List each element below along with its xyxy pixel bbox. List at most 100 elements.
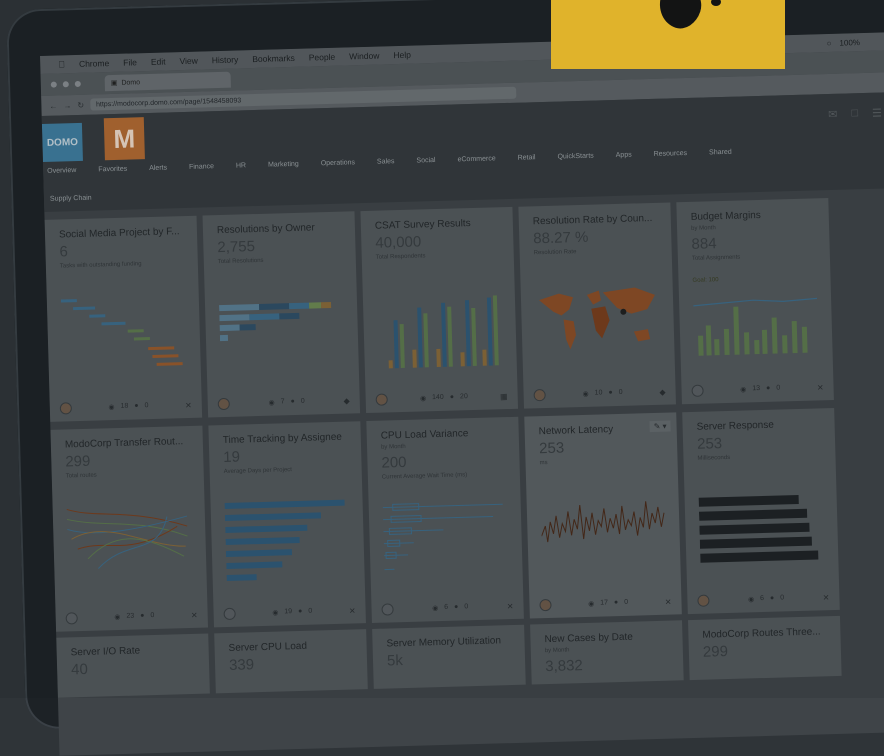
card-value: 200 bbox=[381, 454, 406, 472]
modocorp-logo[interactable]: M bbox=[104, 117, 145, 160]
chat-icon[interactable]: ✉ bbox=[828, 108, 838, 121]
nav-overview[interactable]: Overview bbox=[47, 167, 76, 175]
share-icon[interactable]: ✕ bbox=[823, 593, 830, 602]
nav-alerts[interactable]: Alerts bbox=[149, 164, 167, 171]
browser-tab[interactable]: ▣ Domo bbox=[105, 72, 231, 92]
views-icon: ◉ bbox=[272, 609, 278, 617]
card-social-media-project[interactable]: Social Media Project by F... 6 Tasks wit… bbox=[45, 216, 203, 422]
tag-icon[interactable]: ◆ bbox=[659, 387, 665, 396]
share-icon[interactable]: ✕ bbox=[665, 597, 672, 606]
avatar[interactable] bbox=[381, 603, 393, 615]
card-new-cases[interactable]: New Cases by Date by Month 3,832 bbox=[530, 620, 684, 684]
avatar[interactable] bbox=[534, 389, 546, 401]
menu-chrome[interactable]: Chrome bbox=[79, 58, 110, 69]
avatar[interactable] bbox=[223, 608, 235, 620]
comment-count: 0 bbox=[624, 599, 628, 607]
card-transfer-routes[interactable]: ModoCorp Transfer Rout... 299 Total rout… bbox=[50, 426, 208, 632]
card-grid-row2: ModoCorp Transfer Rout... 299 Total rout… bbox=[50, 397, 884, 632]
card-title[interactable]: ModoCorp Transfer Rout... bbox=[65, 436, 195, 451]
menu-people[interactable]: People bbox=[309, 52, 336, 63]
avatar[interactable] bbox=[691, 385, 703, 397]
card-title[interactable]: Resolution Rate by Coun... bbox=[533, 213, 663, 228]
menu-view[interactable]: View bbox=[179, 56, 198, 67]
menu-help[interactable]: Help bbox=[393, 50, 411, 60]
card-title[interactable]: Server CPU Load bbox=[228, 639, 358, 654]
card-time-tracking[interactable]: Time Tracking by Assignee 19 Average Day… bbox=[208, 421, 366, 627]
card-title[interactable]: ModoCorp Routes Three... bbox=[702, 626, 832, 641]
card-title[interactable]: Server Memory Utilization bbox=[386, 635, 516, 650]
zoom-window-dot[interactable] bbox=[75, 81, 81, 87]
share-icon[interactable]: ✕ bbox=[185, 400, 192, 409]
card-resolution-rate-by-country[interactable]: Resolution Rate by Coun... 88.27 % Resol… bbox=[518, 202, 676, 408]
nav-finance[interactable]: Finance bbox=[189, 163, 214, 171]
notifications-icon[interactable]: □ bbox=[851, 107, 858, 120]
avatar[interactable] bbox=[539, 599, 551, 611]
avatar[interactable] bbox=[376, 393, 388, 405]
nav-marketing[interactable]: Marketing bbox=[268, 161, 299, 169]
views-icon: ◉ bbox=[432, 604, 438, 612]
nav-quickstarts[interactable]: QuickStarts bbox=[557, 153, 593, 161]
nav-retail[interactable]: Retail bbox=[518, 154, 536, 161]
card-title[interactable]: Server I/O Rate bbox=[71, 644, 201, 659]
card-server-io-rate[interactable]: Server I/O Rate 40 bbox=[56, 634, 210, 698]
card-stats: ◉17 ●0 bbox=[588, 599, 628, 608]
menu-window[interactable]: Window bbox=[349, 51, 380, 62]
comment-count: 0 bbox=[308, 608, 312, 616]
apple-icon[interactable]:  bbox=[58, 59, 65, 69]
card-title[interactable]: Server Response bbox=[696, 418, 826, 433]
card-cpu-load-variance[interactable]: CPU Load Variance by Month 200 Current A… bbox=[366, 417, 524, 623]
nav-favorites[interactable]: Favorites bbox=[98, 166, 127, 174]
card-title[interactable]: Budget Margins bbox=[691, 208, 821, 223]
nav-social[interactable]: Social bbox=[416, 157, 435, 165]
avatar[interactable] bbox=[218, 398, 230, 410]
minimize-window-dot[interactable] bbox=[63, 81, 69, 87]
card-csat-survey[interactable]: CSAT Survey Results 40,000 Total Respond… bbox=[360, 207, 518, 413]
card-routes-three[interactable]: ModoCorp Routes Three... 299 bbox=[688, 616, 842, 680]
card-network-latency[interactable]: Network Latency ✎ ▾ 253 ms ◉17 ●0 ✕ bbox=[524, 412, 682, 618]
tag-icon[interactable]: ◆ bbox=[343, 396, 349, 405]
nav-shared[interactable]: Shared bbox=[709, 149, 732, 157]
share-icon[interactable]: ✕ bbox=[507, 601, 514, 610]
share-icon[interactable]: ✕ bbox=[349, 606, 356, 615]
card-title[interactable]: CSAT Survey Results bbox=[375, 217, 505, 232]
wifi-icon[interactable]: ○ bbox=[827, 38, 832, 47]
comment-icon: ● bbox=[450, 394, 454, 402]
card-title[interactable]: Resolutions by Owner bbox=[217, 221, 347, 236]
card-title[interactable]: Social Media Project by F... bbox=[59, 226, 189, 241]
nav-ecommerce[interactable]: eCommerce bbox=[457, 155, 495, 163]
card-resolutions-by-owner[interactable]: Resolutions by Owner 2,755 Total Resolut… bbox=[203, 211, 361, 417]
nav-sales[interactable]: Sales bbox=[377, 158, 395, 165]
card-budget-margins[interactable]: Budget Margins by Month 884 Total Assign… bbox=[676, 198, 834, 404]
nav-apps[interactable]: Apps bbox=[616, 152, 632, 159]
menu-file[interactable]: File bbox=[123, 57, 137, 67]
card-server-memory[interactable]: Server Memory Utilization 5k bbox=[372, 625, 526, 689]
domo-logo[interactable]: DOMO bbox=[42, 123, 83, 162]
menu-history[interactable]: History bbox=[212, 54, 239, 65]
card-title[interactable]: New Cases by Date bbox=[544, 631, 674, 646]
comment-icon: ● bbox=[770, 595, 774, 603]
card-options-icon[interactable]: ✎ ▾ bbox=[649, 421, 670, 433]
share-icon[interactable]: ✕ bbox=[817, 383, 824, 392]
views-icon: ◉ bbox=[420, 394, 426, 402]
table-icon[interactable]: ▦ bbox=[500, 392, 508, 401]
menu-icon[interactable]: ☰ bbox=[872, 107, 882, 120]
close-window-dot[interactable] bbox=[51, 82, 57, 88]
forward-arrow-icon[interactable]: → bbox=[63, 101, 71, 110]
nav-supply-chain[interactable]: Supply Chain bbox=[50, 195, 92, 203]
menu-bookmarks[interactable]: Bookmarks bbox=[252, 53, 295, 64]
card-title[interactable]: CPU Load Variance bbox=[381, 427, 511, 442]
back-arrow-icon[interactable]: ← bbox=[49, 101, 57, 110]
nav-resources[interactable]: Resources bbox=[654, 150, 688, 158]
card-description: Milliseconds bbox=[697, 455, 730, 462]
card-title[interactable]: Time Tracking by Assignee bbox=[223, 431, 353, 446]
nav-hr[interactable]: HR bbox=[236, 162, 246, 169]
share-icon[interactable]: ✕ bbox=[191, 610, 198, 619]
avatar[interactable] bbox=[697, 595, 709, 607]
card-server-response[interactable]: Server Response 253 Milliseconds ◉6 ●0 ✕ bbox=[682, 408, 840, 614]
avatar[interactable] bbox=[60, 402, 72, 414]
card-server-cpu-load[interactable]: Server CPU Load 339 bbox=[214, 629, 368, 693]
nav-operations[interactable]: Operations bbox=[321, 159, 355, 167]
reload-icon[interactable]: ↻ bbox=[77, 100, 84, 109]
menu-edit[interactable]: Edit bbox=[151, 56, 166, 66]
avatar[interactable] bbox=[66, 612, 78, 624]
